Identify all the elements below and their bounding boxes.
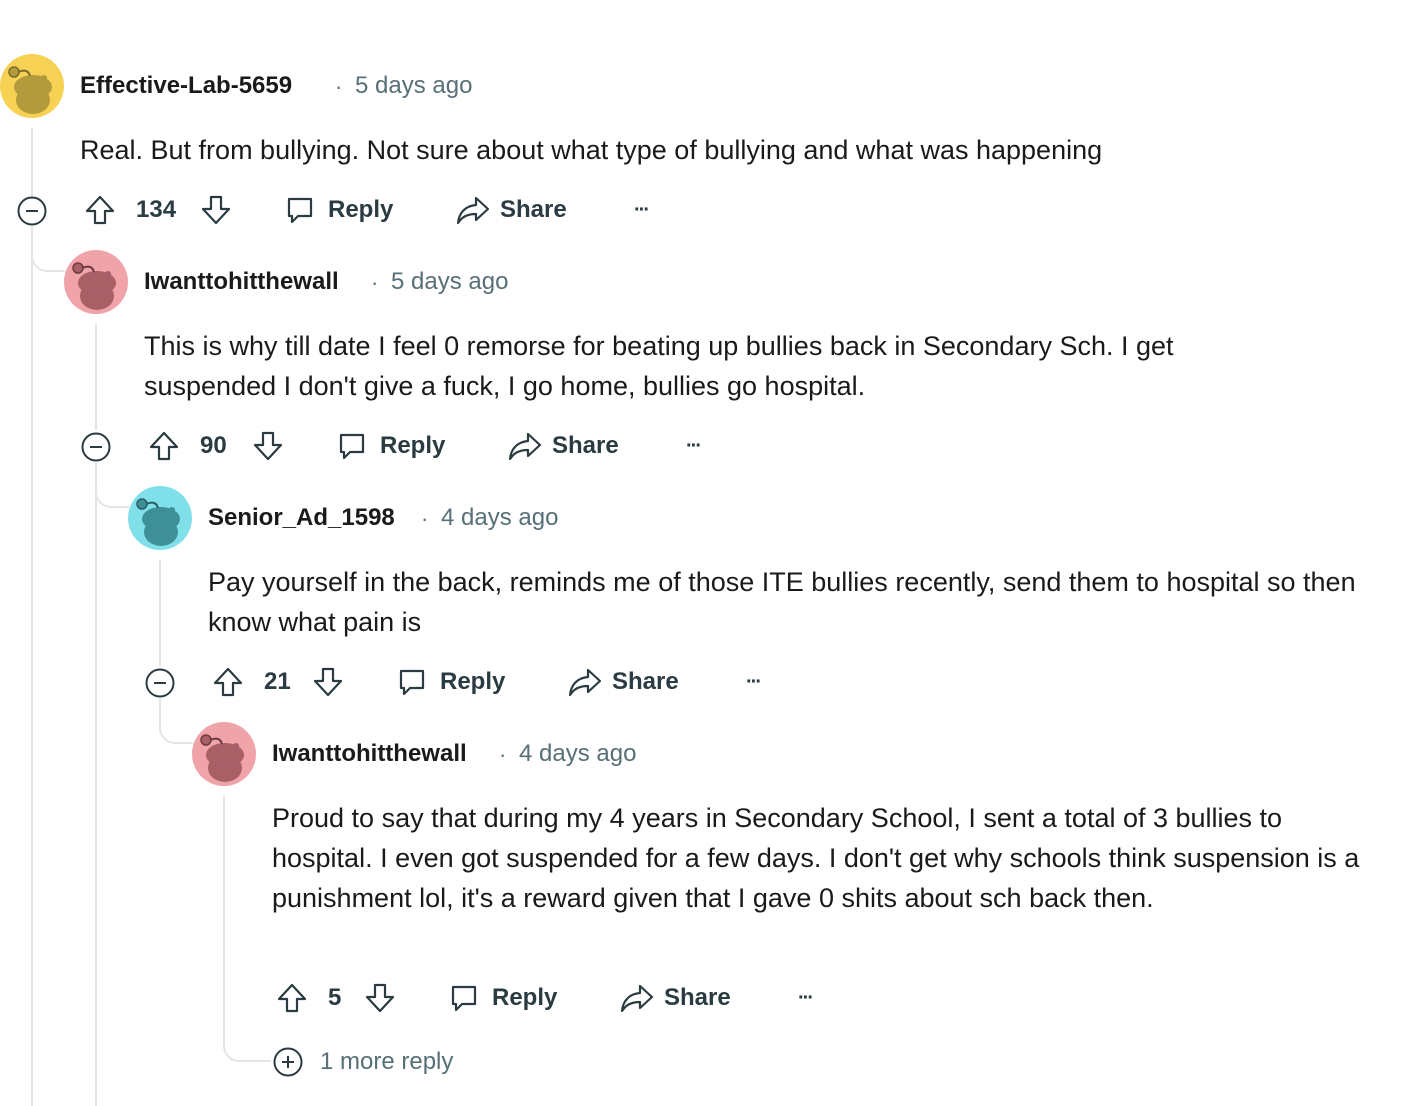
snoo-avatar-icon bbox=[64, 250, 128, 314]
thread-line-level-1[interactable] bbox=[95, 324, 97, 430]
comment-timestamp[interactable]: 4 days ago bbox=[519, 740, 636, 768]
comment-author[interactable]: Iwanttohitthewall bbox=[144, 268, 339, 296]
comment-timestamp[interactable]: 4 days ago bbox=[441, 504, 558, 532]
more-replies-link[interactable]: 1 more reply bbox=[320, 1048, 453, 1076]
vote-score: 5 bbox=[328, 984, 342, 1011]
share-button[interactable]: Share bbox=[456, 190, 567, 230]
comment-bubble-icon bbox=[451, 985, 477, 1012]
overflow-menu-button[interactable]: ··· bbox=[746, 662, 762, 702]
share-label: Share bbox=[552, 432, 619, 459]
reply-button[interactable]: Reply bbox=[448, 978, 557, 1018]
upvote-button[interactable] bbox=[84, 190, 116, 230]
reply-button[interactable]: Reply bbox=[336, 426, 445, 466]
share-label: Share bbox=[500, 196, 567, 223]
upvote-button[interactable] bbox=[276, 978, 308, 1018]
minus-circle-icon bbox=[81, 432, 111, 462]
thread-line-level-1[interactable] bbox=[95, 462, 97, 1106]
upvote-arrow-icon bbox=[149, 431, 179, 461]
share-label: Share bbox=[664, 984, 731, 1011]
comment-body: This is why till date I feel 0 remorse f… bbox=[144, 331, 1174, 401]
collapse-thread-button[interactable] bbox=[81, 432, 111, 462]
share-arrow-icon bbox=[508, 432, 542, 461]
share-arrow-icon bbox=[456, 196, 490, 225]
share-button[interactable]: Share bbox=[620, 978, 731, 1018]
comment-actions: 134 Reply Share ··· bbox=[80, 190, 700, 230]
reply-label: Reply bbox=[492, 984, 558, 1011]
more-options-icon: ··· bbox=[634, 198, 650, 221]
downvote-arrow-icon bbox=[253, 431, 283, 461]
meta-separator: · bbox=[335, 74, 343, 99]
avatar[interactable] bbox=[64, 250, 128, 314]
thread-connector bbox=[223, 796, 271, 1062]
reply-label: Reply bbox=[328, 196, 394, 223]
downvote-arrow-icon bbox=[201, 195, 231, 225]
thread-line-level-2[interactable] bbox=[159, 560, 161, 666]
comment-actions: 5 Reply Share ··· bbox=[272, 978, 892, 1018]
share-label: Share bbox=[612, 668, 679, 695]
overflow-menu-button[interactable]: ··· bbox=[686, 426, 702, 466]
upvote-arrow-icon bbox=[85, 195, 115, 225]
downvote-button[interactable] bbox=[312, 662, 344, 702]
share-arrow-icon bbox=[620, 984, 654, 1013]
reply-button[interactable]: Reply bbox=[284, 190, 393, 230]
expand-more-replies-button[interactable] bbox=[273, 1047, 303, 1077]
vote-score: 134 bbox=[136, 196, 177, 223]
overflow-menu-button[interactable]: ··· bbox=[798, 978, 814, 1018]
snoo-avatar-icon bbox=[128, 486, 192, 550]
thread-connector bbox=[159, 698, 193, 744]
thread-line-level-0[interactable] bbox=[31, 226, 33, 1106]
downvote-arrow-icon bbox=[313, 667, 343, 697]
upvote-arrow-icon bbox=[277, 983, 307, 1013]
comment-timestamp[interactable]: 5 days ago bbox=[391, 268, 508, 296]
thread-connector bbox=[95, 462, 129, 508]
upvote-button[interactable] bbox=[148, 426, 180, 466]
avatar[interactable] bbox=[0, 54, 64, 118]
comment-body: Proud to say that during my 4 years in S… bbox=[272, 803, 1360, 913]
meta-separator: · bbox=[421, 506, 429, 531]
collapse-thread-button[interactable] bbox=[17, 196, 47, 226]
downvote-button[interactable] bbox=[200, 190, 232, 230]
avatar[interactable] bbox=[192, 722, 256, 786]
thread-connector bbox=[31, 226, 65, 272]
minus-circle-icon bbox=[145, 668, 175, 698]
downvote-button[interactable] bbox=[252, 426, 284, 466]
comment-body: Pay yourself in the back, reminds me of … bbox=[208, 567, 1356, 637]
comment-body: Real. But from bullying. Not sure about … bbox=[80, 135, 1103, 165]
comment-timestamp[interactable]: 5 days ago bbox=[355, 72, 472, 100]
snoo-avatar-icon bbox=[192, 722, 256, 786]
plus-circle-icon bbox=[273, 1047, 303, 1077]
meta-separator: · bbox=[499, 742, 507, 767]
collapse-thread-button[interactable] bbox=[145, 668, 175, 698]
comment-bubble-icon bbox=[399, 669, 425, 696]
avatar[interactable] bbox=[128, 486, 192, 550]
overflow-menu-button[interactable]: ··· bbox=[634, 190, 650, 230]
share-button[interactable]: Share bbox=[568, 662, 679, 702]
share-arrow-icon bbox=[568, 668, 602, 697]
more-options-icon: ··· bbox=[746, 670, 762, 693]
share-button[interactable]: Share bbox=[508, 426, 619, 466]
comment-actions: 90 Reply Share ··· bbox=[144, 426, 764, 466]
comment-author[interactable]: Senior_Ad_1598 bbox=[208, 504, 395, 532]
comment-bubble-icon bbox=[287, 197, 313, 224]
comment-author[interactable]: Effective-Lab-5659 bbox=[80, 72, 292, 100]
upvote-button[interactable] bbox=[212, 662, 244, 702]
comment-bubble-icon bbox=[339, 433, 365, 460]
upvote-arrow-icon bbox=[213, 667, 243, 697]
downvote-button[interactable] bbox=[364, 978, 396, 1018]
minus-circle-icon bbox=[17, 196, 47, 226]
reply-label: Reply bbox=[380, 432, 446, 459]
more-options-icon: ··· bbox=[686, 434, 702, 457]
reply-label: Reply bbox=[440, 668, 506, 695]
more-options-icon: ··· bbox=[798, 986, 814, 1009]
meta-separator: · bbox=[371, 270, 379, 295]
comment-actions: 21 Reply Share ··· bbox=[208, 662, 828, 702]
snoo-avatar-icon bbox=[0, 54, 64, 118]
downvote-arrow-icon bbox=[365, 983, 395, 1013]
thread-line-level-0[interactable] bbox=[31, 128, 33, 196]
vote-score: 90 bbox=[200, 432, 227, 459]
comment-author[interactable]: Iwanttohitthewall bbox=[272, 740, 467, 768]
vote-score: 21 bbox=[264, 668, 291, 695]
reply-button[interactable]: Reply bbox=[396, 662, 505, 702]
